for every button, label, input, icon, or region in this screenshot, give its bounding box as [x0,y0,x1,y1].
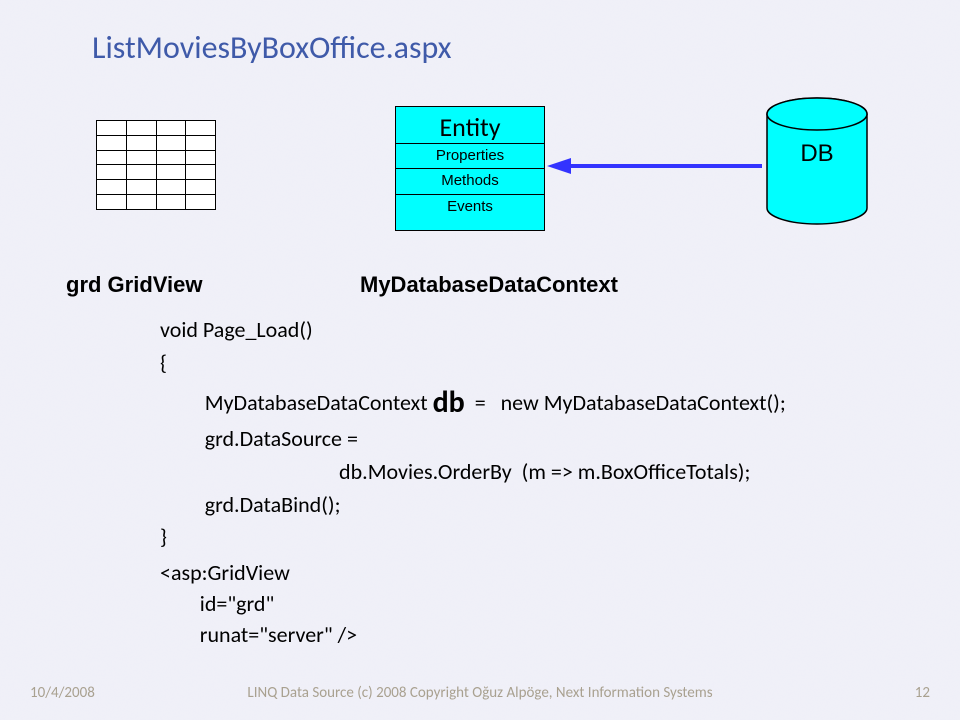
code-line: grd.DataSource = [160,425,358,452]
code-line: = new MyDatabaseDataContext(); [465,389,786,416]
code-snippet: void Page_Load() { MyDatabaseDataContext… [160,314,786,554]
entity-properties: Properties [396,143,544,168]
code-line: MyDatabaseDataContext [160,389,433,416]
gridview-markup-snippet: <asp:GridView id="grd" runat="server" /> [160,558,357,650]
code-line: grd.DataBind(); [160,491,340,518]
code-db-keyword: db [433,384,465,421]
code-line: runat="server" /> [160,621,357,648]
entity-events: Events [396,194,544,219]
datacontext-label: MyDatabaseDataContext [360,272,618,298]
code-line: { [160,349,167,376]
page-title: ListMoviesByBoxOffice.aspx [92,28,452,67]
entity-title: Entity [396,107,544,143]
code-line: void Page_Load() [160,316,313,343]
footer-page: 12 [915,684,930,702]
arrow-db-to-entity-icon [547,156,762,176]
code-line: <asp:GridView [160,559,290,586]
code-line: } [160,523,167,550]
footer-copyright: LINQ Data Source (c) 2008 Copyright Oğuz… [0,684,960,702]
grd-gridview-label: grd GridView [66,272,203,298]
database-label: DB [762,140,872,168]
grid-icon [96,120,216,210]
entity-box: Entity Properties Methods Events [395,106,545,231]
code-line: id="grd" [160,590,274,617]
entity-methods: Methods [396,168,544,193]
code-line: db.Movies.OrderBy (m => m.BoxOfficeTotal… [160,458,750,485]
database-cylinder-icon: DB [762,96,872,226]
